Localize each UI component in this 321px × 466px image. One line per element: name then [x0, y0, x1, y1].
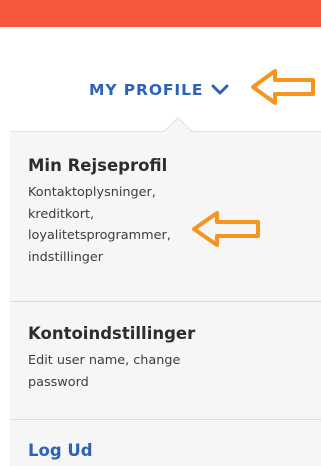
menu-divider: [10, 419, 321, 420]
menu-item-account-settings[interactable]: Kontoindstillinger Edit user name, chang…: [28, 324, 195, 393]
brand-top-bar: [0, 0, 321, 27]
menu-item-description: Kontaktoplysninger, kreditkort, loyalite…: [28, 185, 171, 265]
my-profile-dropdown-toggle[interactable]: MY PROFILE: [89, 77, 229, 103]
menu-item-title: Kontoindstillinger: [28, 324, 196, 343]
menu-item-travel-profile[interactable]: Min Rejseprofil Kontaktoplysninger, kred…: [28, 156, 171, 268]
annotation-arrow-icon: [251, 69, 315, 105]
annotation-arrow-icon: [192, 211, 260, 247]
chevron-down-icon: [211, 84, 229, 95]
menu-item-title: Min Rejseprofil: [28, 156, 168, 175]
page: MY PROFILE Min Rejseprofil Kontaktoplysn…: [0, 0, 321, 466]
menu-item-description: Edit user name, change password: [28, 353, 181, 390]
logout-link[interactable]: Log Ud: [28, 441, 93, 460]
my-profile-label: MY PROFILE: [89, 81, 204, 99]
menu-divider: [10, 301, 321, 302]
